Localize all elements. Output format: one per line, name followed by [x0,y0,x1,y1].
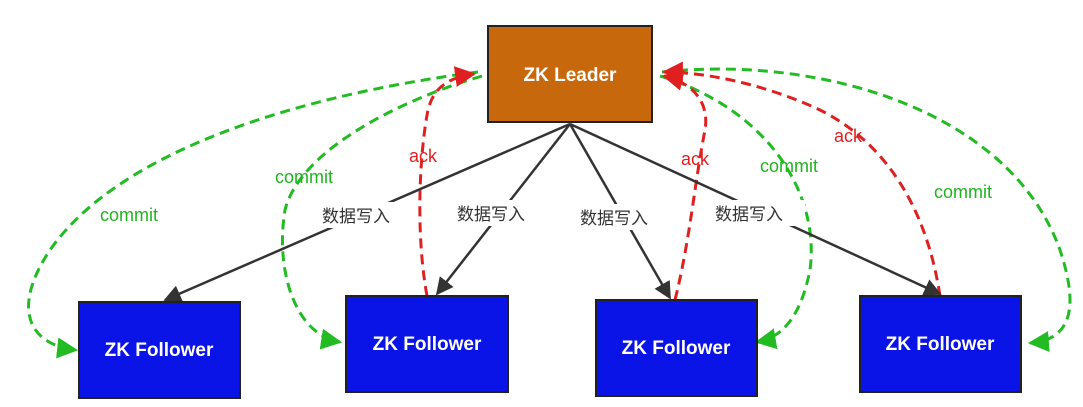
follower-node-2: ZK Follower [345,295,509,393]
zk-write-flow-diagram: 数据写入 数据写入 数据写入 数据写入 ack ack ack commit c… [27,25,1072,399]
follower-label-3: ZK Follower [622,338,731,359]
leader-node: ZK Leader [487,25,653,123]
commit-label-4: commit [934,182,992,202]
ack-label-1: ack [409,146,438,166]
ack-edge-2 [661,70,708,301]
ack-label-3: ack [834,126,863,146]
write-label-3: 数据写入 [580,209,648,229]
follower-node-4: ZK Follower [859,295,1022,393]
follower-label-2: ZK Follower [373,334,482,355]
ack-edge-3 [661,61,942,297]
write-label-1: 数据写入 [322,207,390,227]
write-label-4: 数据写入 [715,205,783,225]
leader-label: ZK Leader [524,65,618,86]
follower-label-1: ZK Follower [105,340,214,361]
ack-label-2: ack [681,149,710,169]
commit-label-3: commit [760,156,818,176]
follower-node-1: ZK Follower [78,301,241,399]
commit-label-1: commit [100,205,158,225]
follower-label-4: ZK Follower [886,334,995,355]
follower-node-3: ZK Follower [595,299,758,397]
write-label-2: 数据写入 [457,205,525,225]
commit-label-2: commit [275,167,333,187]
